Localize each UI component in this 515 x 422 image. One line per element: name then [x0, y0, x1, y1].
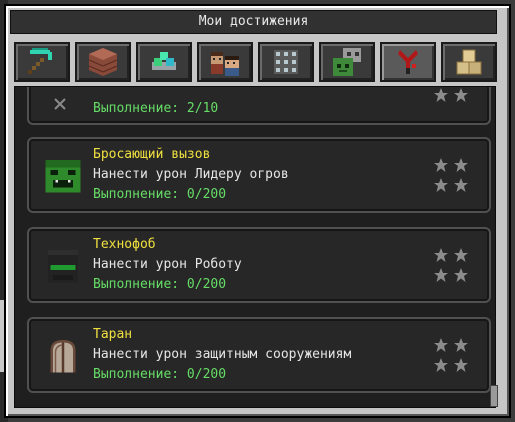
star-icon: [434, 248, 448, 262]
tab-zombie[interactable]: [319, 42, 375, 82]
achievement-card[interactable]: Бросающий вызов Нанести урон Лидеру огро…: [27, 137, 491, 213]
star-rating: [431, 87, 471, 105]
robot-icon: [48, 250, 78, 283]
star-icon: [454, 358, 468, 372]
tab-grid[interactable]: [258, 42, 314, 82]
grid-block-icon: [274, 50, 298, 74]
star-icon: [434, 88, 448, 102]
ogre-leader-icon: [45, 160, 81, 193]
list-scrollbar[interactable]: [490, 385, 498, 407]
tab-pickaxe[interactable]: [14, 42, 70, 82]
category-tabs: [14, 42, 497, 82]
villagers-icon: [211, 52, 239, 76]
star-icon: [434, 178, 448, 192]
star-rating: [431, 335, 471, 375]
wooden-gate-icon: [50, 340, 76, 373]
star-icon: [454, 158, 468, 172]
star-icon: [454, 268, 468, 282]
star-rating: [431, 245, 471, 285]
star-icon: [434, 158, 448, 172]
achievement-description: Нанести урон Роботу: [93, 257, 242, 272]
zombie-face-icon: [333, 48, 361, 76]
window-title: Мои достижения: [10, 10, 497, 34]
achievement-title: Технофоб: [93, 237, 156, 252]
tab-bricks[interactable]: [75, 42, 131, 82]
gems-icon: [152, 52, 176, 70]
star-icon: [454, 338, 468, 352]
star-icon: [434, 268, 448, 282]
achievement-progress: Выполнение: 2/10: [93, 101, 219, 116]
achievement-progress: Выполнение: 0/200: [93, 277, 227, 292]
achievement-title: Бросающий вызов: [93, 147, 211, 162]
star-icon: [454, 248, 468, 262]
achievement-card[interactable]: Технофоб Нанести урон Роботу Выполнение:…: [27, 227, 491, 303]
brick-block-icon: [88, 48, 118, 76]
achievement-progress: Выполнение: 0/200: [93, 367, 227, 382]
achievement-description: Нанести урон защитным сооружениям: [93, 347, 352, 362]
sand-blocks-icon: [456, 49, 482, 75]
achievement-card-partial: Выполнение: 2/10: [27, 87, 491, 125]
achievement-progress: Выполнение: 0/200: [93, 187, 227, 202]
star-icon: [434, 338, 448, 352]
achievement-list[interactable]: Выполнение: 2/10 Бросающий вызов Нанести…: [14, 86, 496, 408]
star-icon: [454, 88, 468, 102]
crossed-icon: [54, 98, 66, 110]
star-rating: [431, 155, 471, 195]
tab-damage[interactable]: [380, 42, 436, 82]
bloody-tool-icon: [398, 50, 418, 74]
tab-villagers[interactable]: [197, 42, 253, 82]
tab-blocks[interactable]: [441, 42, 497, 82]
tab-gems[interactable]: [136, 42, 192, 82]
achievement-card[interactable]: Таран Нанести урон защитным сооружениям …: [27, 317, 491, 393]
star-icon: [434, 358, 448, 372]
achievement-description: Нанести урон Лидеру огров: [93, 167, 289, 182]
star-icon: [454, 178, 468, 192]
pickaxe-icon: [28, 48, 52, 74]
achievement-title: Таран: [93, 327, 133, 342]
